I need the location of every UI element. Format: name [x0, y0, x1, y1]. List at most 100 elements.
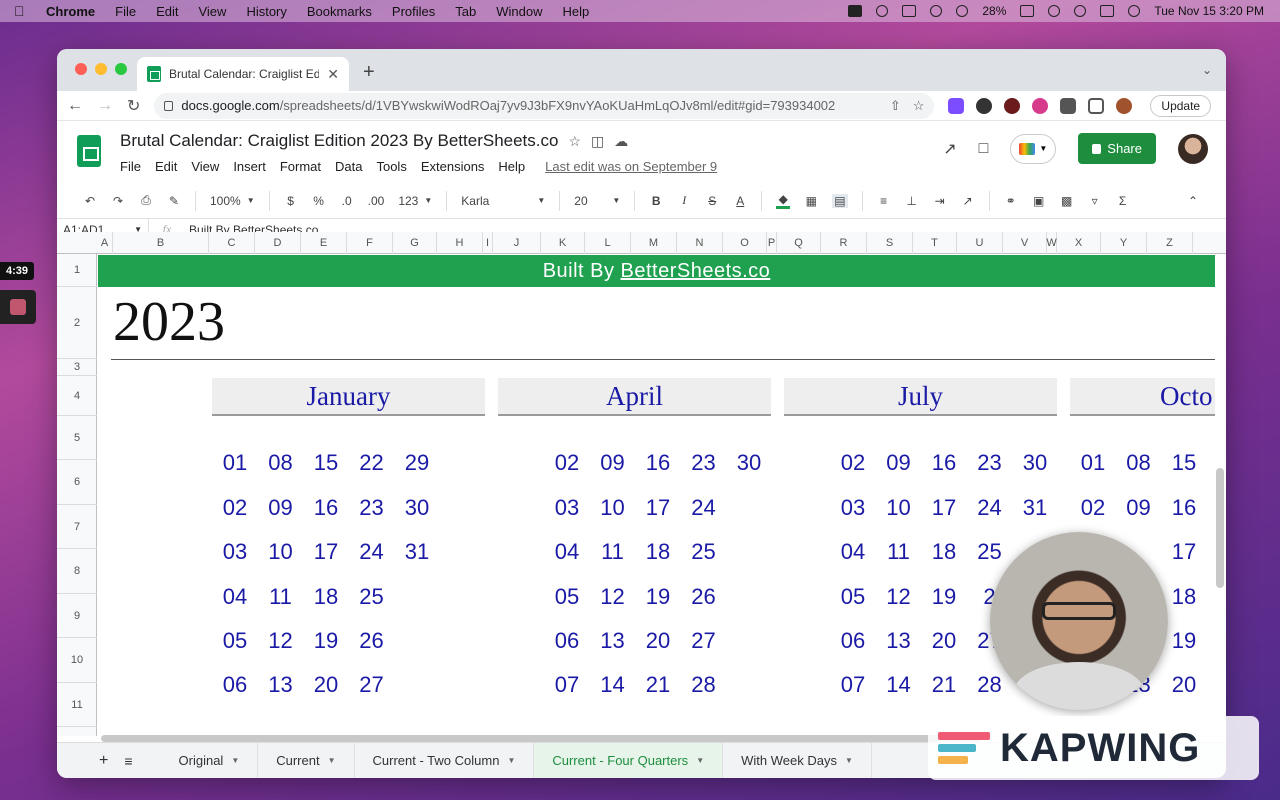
- insert-link-icon[interactable]: ⚭: [1004, 194, 1018, 208]
- day-cell[interactable]: 11: [593, 539, 633, 565]
- strikethrough-button[interactable]: S: [705, 194, 719, 208]
- day-cell[interactable]: 18: [1164, 584, 1204, 610]
- menu-extensions[interactable]: Extensions: [421, 159, 485, 174]
- banner-link[interactable]: BetterSheets.co: [621, 260, 771, 283]
- menu-tools[interactable]: Tools: [376, 159, 406, 174]
- month-header-1[interactable]: April: [498, 378, 771, 416]
- filter-icon[interactable]: ▿: [1088, 194, 1102, 208]
- comments-icon[interactable]: □: [979, 140, 989, 158]
- font-family-select[interactable]: Karla ▼: [461, 194, 545, 208]
- maximize-window-button[interactable]: [115, 63, 127, 75]
- day-cell[interactable]: 11: [879, 539, 919, 565]
- day-cell[interactable]: 03: [833, 495, 873, 521]
- day-cell[interactable]: 28: [684, 672, 724, 698]
- month-header-0[interactable]: January: [212, 378, 485, 416]
- column-header-f[interactable]: F: [347, 232, 393, 254]
- month-header-3[interactable]: Octo: [1070, 378, 1215, 416]
- currency-format-button[interactable]: $: [284, 194, 298, 208]
- day-cell[interactable]: 13: [593, 628, 633, 654]
- day-cell[interactable]: 05: [547, 584, 587, 610]
- day-cell[interactable]: 04: [215, 584, 255, 610]
- day-cell[interactable]: 17: [306, 539, 346, 565]
- stop-recording-button[interactable]: [0, 290, 36, 324]
- redo-icon[interactable]: ↷: [111, 194, 125, 208]
- puzzle-icon[interactable]: [1060, 97, 1077, 114]
- move-folder-icon[interactable]: ◫: [591, 133, 604, 150]
- lock-icon[interactable]: [164, 100, 174, 111]
- menu-help[interactable]: Help: [498, 159, 525, 174]
- browser-tab-active[interactable]: Brutal Calendar: Craiglist Editio ✕: [137, 57, 349, 91]
- day-cell[interactable]: 19: [1164, 628, 1204, 654]
- day-cell[interactable]: 23: [970, 450, 1010, 476]
- day-cell[interactable]: 11: [261, 584, 301, 610]
- column-header-i[interactable]: I: [483, 232, 493, 254]
- column-header-h[interactable]: H: [437, 232, 483, 254]
- column-header-r[interactable]: R: [821, 232, 867, 254]
- doc-title[interactable]: Brutal Calendar: Craiglist Edition 2023 …: [120, 131, 558, 151]
- borders-icon[interactable]: ▦: [804, 194, 818, 208]
- day-cell[interactable]: 08: [261, 450, 301, 476]
- zoom-select[interactable]: 100% ▼: [210, 194, 255, 208]
- day-cell[interactable]: 18: [306, 584, 346, 610]
- menubar-item-help[interactable]: Help: [563, 4, 590, 19]
- horizontal-align-icon[interactable]: ≡: [877, 194, 891, 208]
- font-size-select[interactable]: 20 ▼: [574, 194, 620, 208]
- menu-format[interactable]: Format: [280, 159, 321, 174]
- day-cell[interactable]: 02: [215, 495, 255, 521]
- day-cell[interactable]: 01: [215, 450, 255, 476]
- day-cell[interactable]: 12: [879, 584, 919, 610]
- apple-icon[interactable]: : [14, 3, 32, 19]
- star-icon[interactable]: ☆: [568, 133, 581, 150]
- row-header-8[interactable]: 8: [57, 549, 97, 594]
- gear-icon[interactable]: [876, 5, 889, 17]
- day-cell[interactable]: 09: [261, 495, 301, 521]
- url-bar[interactable]: docs.google.com/spreadsheets/d/1VBYwskwi…: [154, 92, 935, 119]
- control-center-icon[interactable]: [1100, 5, 1115, 17]
- day-cell[interactable]: 24: [684, 495, 724, 521]
- day-cell[interactable]: 06: [833, 628, 873, 654]
- moon-icon[interactable]: [956, 5, 969, 17]
- menubar-item-bookmarks[interactable]: Bookmarks: [307, 4, 372, 19]
- day-cell[interactable]: 18: [638, 539, 678, 565]
- menu-insert[interactable]: Insert: [233, 159, 266, 174]
- row-header-5[interactable]: 5: [57, 416, 97, 460]
- sheets-logo-icon[interactable]: [77, 135, 101, 167]
- column-header-w[interactable]: W: [1046, 232, 1057, 254]
- column-header-k[interactable]: K: [541, 232, 585, 254]
- extension-moon-icon[interactable]: [976, 97, 993, 114]
- day-cell[interactable]: 04: [547, 539, 587, 565]
- day-cell[interactable]: 14: [593, 672, 633, 698]
- column-header-z[interactable]: Z: [1147, 232, 1193, 254]
- menubar-item-history[interactable]: History: [246, 4, 286, 19]
- extension-circle-icon[interactable]: [1004, 97, 1021, 114]
- day-cell[interactable]: 18: [924, 539, 964, 565]
- menubar-item-tab[interactable]: Tab: [455, 4, 476, 19]
- column-header-t[interactable]: T: [913, 232, 957, 254]
- column-header-m[interactable]: M: [631, 232, 677, 254]
- siri-icon[interactable]: [1128, 5, 1141, 17]
- paint-format-icon[interactable]: ✎: [167, 194, 181, 208]
- day-cell[interactable]: 02: [1073, 495, 1113, 521]
- day-cell[interactable]: 16: [1164, 495, 1204, 521]
- menu-view[interactable]: View: [191, 159, 219, 174]
- merge-cells-icon[interactable]: ▤: [832, 193, 848, 208]
- extension-d-icon[interactable]: [948, 97, 965, 114]
- day-cell[interactable]: 25: [970, 539, 1010, 565]
- column-header-x[interactable]: X: [1057, 232, 1101, 254]
- back-button[interactable]: ←: [67, 97, 83, 115]
- forward-button[interactable]: →: [97, 97, 113, 115]
- sheet-tab-3[interactable]: Current - Four Quarters ▼: [534, 742, 724, 778]
- row-header-9[interactable]: 9: [57, 594, 97, 638]
- day-cell[interactable]: 09: [879, 450, 919, 476]
- day-cell[interactable]: 05: [215, 628, 255, 654]
- day-cell[interactable]: 09: [1119, 495, 1159, 521]
- day-cell[interactable]: 25: [684, 539, 724, 565]
- column-header-n[interactable]: N: [677, 232, 723, 254]
- number-format-select[interactable]: 123 ▼: [398, 194, 432, 208]
- vertical-align-icon[interactable]: ⊥: [905, 194, 919, 208]
- battery-icon[interactable]: [1020, 5, 1035, 17]
- extension-pink-icon[interactable]: [1032, 97, 1049, 114]
- day-cell[interactable]: 10: [593, 495, 633, 521]
- column-header-a[interactable]: A: [97, 232, 113, 254]
- profile-avatar-icon[interactable]: [1116, 97, 1133, 114]
